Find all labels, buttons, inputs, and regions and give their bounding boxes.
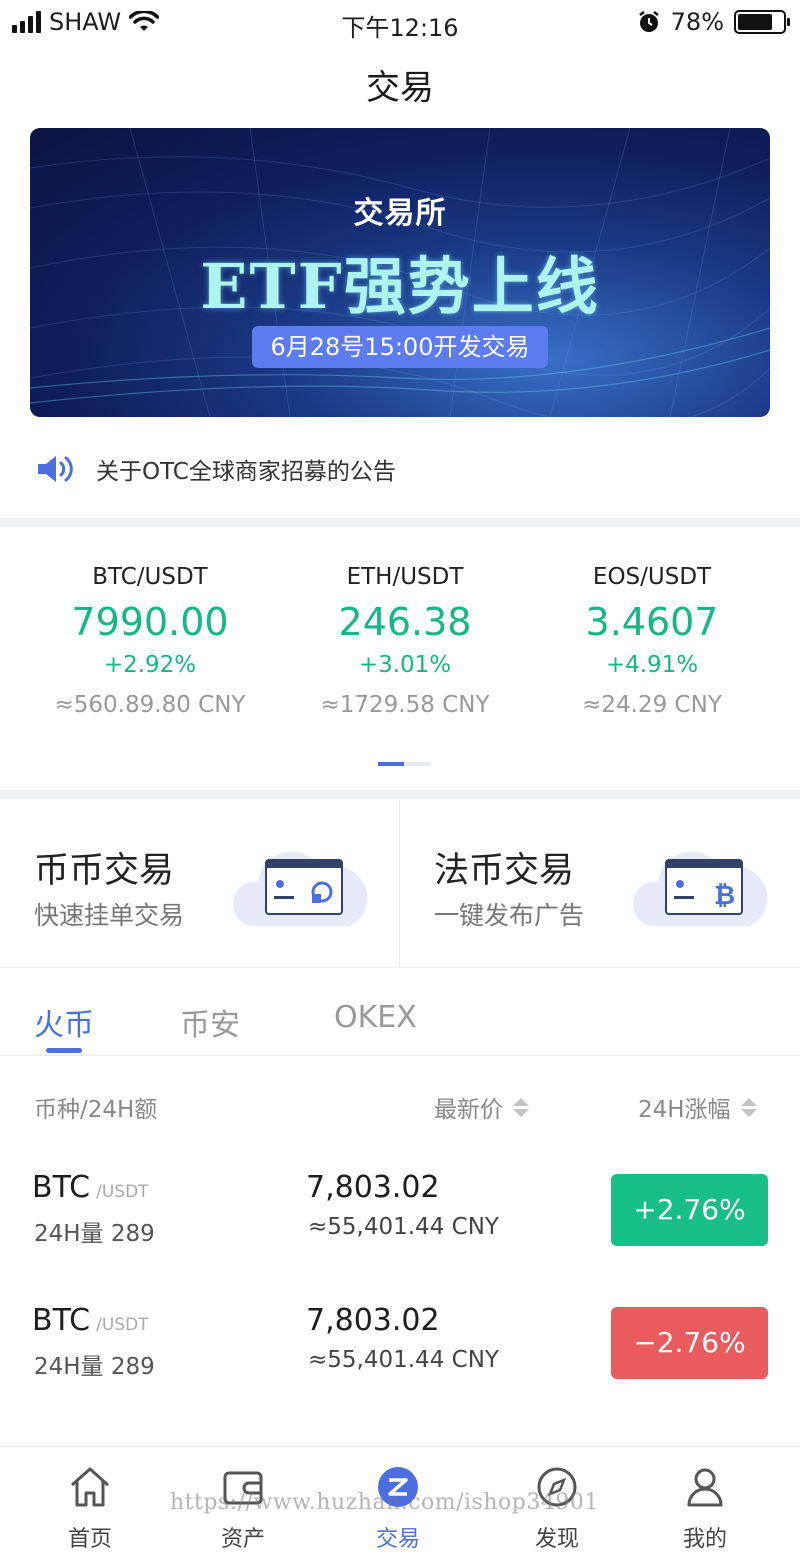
exchange-illustration-icon (232, 851, 368, 926)
card-title: 法币交易 (434, 851, 575, 891)
market-row[interactable]: BTC/USDT 24H量 289 7,803.02 ≈55,401.44 CN… (0, 1303, 800, 1436)
svg-text:₿: ₿ (714, 881, 735, 911)
column-coin-header: 币种/24H额 (34, 1090, 157, 1124)
carousel-indicator (378, 762, 430, 766)
status-bar: SHAW 下午12:16 78% (0, 0, 800, 46)
card-subtitle: 快速挂单交易 (34, 901, 185, 930)
tabbar-label: 交易 (375, 1527, 420, 1552)
ticker-pair: ETH/USDT (346, 564, 464, 590)
last-price: 7,803.02 (306, 1170, 440, 1205)
ticker-price: 246.38 (338, 600, 472, 644)
page-title: 交易 (366, 68, 434, 108)
ticker-eos[interactable]: EOS/USDT 3.4607 +4.91% ≈24.29 CNY (522, 564, 782, 718)
volume-24h: 24H量 289 (34, 1221, 155, 1247)
tab-okex[interactable]: OKEX (334, 1000, 417, 1035)
last-price: 7,803.02 (306, 1303, 440, 1338)
volume-24h: 24H量 289 (34, 1354, 155, 1380)
ticker-price: 7990.00 (71, 600, 229, 644)
tabbar-label: 首页 (67, 1527, 112, 1552)
coin-header-label: 币种/24H额 (34, 1097, 158, 1123)
watermark-text: https://www.huzhan.com/ishop34901 (170, 1490, 599, 1515)
trade-entry-cards: 币币交易 快速挂单交易 法币交易 一键发布广告 ₿ (0, 800, 800, 968)
change-badge: +2.76% (611, 1174, 768, 1246)
quote-currency: /USDT (96, 1182, 149, 1202)
ticker-change: +2.92% (103, 652, 197, 678)
tab-binance[interactable]: 币安 (180, 1000, 240, 1044)
ticker-change: +4.91% (605, 652, 699, 678)
tab-huobi[interactable]: 火币 (34, 1000, 94, 1044)
user-icon (687, 1468, 723, 1507)
coin-symbol: BTC (32, 1170, 91, 1205)
announcement-text: 关于OTC全球商家招募的公告 (96, 459, 396, 485)
market-row[interactable]: BTC/USDT 24H量 289 7,803.02 ≈55,401.44 CN… (0, 1170, 800, 1303)
otc-trade-card[interactable]: 法币交易 一键发布广告 ₿ (400, 800, 799, 968)
ticker-carousel[interactable]: BTC/USDT 7990.00 +2.92% ≈560.89.80 CNY E… (0, 528, 800, 790)
tabbar-label: 我的 (682, 1527, 727, 1552)
battery-icon (734, 10, 790, 34)
active-tab-indicator (46, 1048, 82, 1053)
banner-headline: ETF强势上线 (200, 250, 600, 323)
exchange-tabs: 火币 币安 OKEX (0, 968, 800, 1056)
price-cny: ≈55,401.44 CNY (308, 1214, 499, 1240)
battery-percent: 78% (670, 8, 724, 36)
tabbar-label: 资产 (220, 1527, 265, 1552)
promo-banner[interactable]: 交易所 ETF强势上线 6月28号15:00开发交易 (30, 128, 770, 417)
price-header-label: 最新价 (434, 1097, 503, 1123)
column-price-header[interactable]: 最新价 (434, 1090, 529, 1124)
column-change-header[interactable]: 24H涨幅 (638, 1090, 757, 1124)
ticker-eth[interactable]: ETH/USDT 246.38 +3.01% ≈1729.58 CNY (275, 564, 535, 718)
banner-subtitle: 交易所 (353, 196, 447, 231)
quote-currency: /USDT (96, 1315, 149, 1335)
change-header-label: 24H涨幅 (638, 1097, 731, 1123)
price-cny: ≈55,401.44 CNY (308, 1347, 499, 1373)
speaker-icon (38, 456, 73, 482)
change-badge: −2.76% (611, 1307, 768, 1379)
tabbar-home[interactable]: 首页 (40, 1463, 140, 1553)
ticker-cny: ≈24.29 CNY (582, 692, 722, 718)
sort-icon (740, 1097, 757, 1117)
ticker-price: 3.4607 (585, 600, 719, 644)
banner-date-pill: 6月28号15:00开发交易 (252, 326, 548, 368)
card-subtitle: 一键发布广告 (434, 901, 585, 930)
section-divider (0, 518, 800, 527)
coin-symbol: BTC (32, 1303, 91, 1338)
announcement-bar[interactable]: 关于OTC全球商家招募的公告 (36, 452, 396, 486)
sort-icon (513, 1097, 529, 1117)
ticker-pair: EOS/USDT (592, 564, 712, 590)
home-icon (71, 1467, 109, 1507)
tabbar-me[interactable]: 我的 (655, 1463, 755, 1553)
ticker-cny: ≈1729.58 CNY (320, 692, 490, 718)
bitcoin-illustration-icon: ₿ (632, 851, 768, 926)
ticker-btc[interactable]: BTC/USDT 7990.00 +2.92% ≈560.89.80 CNY (20, 564, 280, 718)
tabbar-label: 发现 (534, 1527, 579, 1552)
ticker-cny: ≈560.89.80 CNY (54, 692, 246, 718)
spot-trade-card[interactable]: 币币交易 快速挂单交易 (0, 800, 399, 968)
card-title: 币币交易 (34, 851, 175, 891)
ticker-pair: BTC/USDT (92, 564, 208, 590)
ticker-change: +3.01% (358, 652, 452, 678)
section-divider (0, 790, 800, 799)
alarm-icon (638, 11, 659, 32)
